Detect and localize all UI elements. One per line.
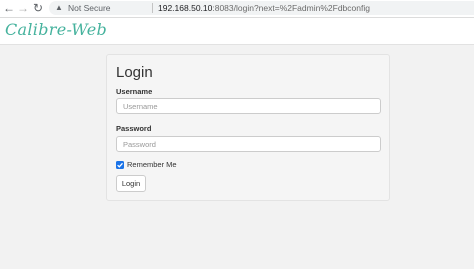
app-header: Calibre-Web bbox=[0, 18, 474, 45]
login-button[interactable]: Login bbox=[116, 175, 146, 192]
url-host: 192.168.50.10 bbox=[158, 3, 213, 13]
password-input[interactable] bbox=[116, 136, 381, 152]
page-title: Login bbox=[116, 64, 153, 81]
url-path: :8083/login?next=%2Fadmin%2Fdbconfig bbox=[212, 3, 370, 13]
browser-toolbar: ← → ↻ ▲ Not Secure 192.168.50.10:8083/lo… bbox=[0, 0, 474, 18]
address-bar[interactable]: ▲ Not Secure 192.168.50.10:8083/login?ne… bbox=[49, 1, 474, 15]
warning-triangle-icon[interactable]: ▲ bbox=[55, 1, 63, 15]
forward-arrow-icon[interactable]: → bbox=[16, 1, 30, 15]
remember-me-checkbox[interactable] bbox=[116, 161, 124, 169]
security-status[interactable]: Not Secure bbox=[68, 1, 111, 15]
url-text[interactable]: 192.168.50.10:8083/login?next=%2Fadmin%2… bbox=[158, 1, 370, 15]
username-input[interactable] bbox=[116, 98, 381, 114]
address-divider bbox=[152, 3, 153, 13]
login-panel: Login Username Password Remember Me Logi… bbox=[106, 54, 390, 201]
remember-me-label[interactable]: Remember Me bbox=[127, 160, 177, 169]
password-label: Password bbox=[116, 124, 152, 133]
username-label: Username bbox=[116, 87, 153, 96]
brand-logo[interactable]: Calibre-Web bbox=[5, 20, 107, 39]
reload-icon[interactable]: ↻ bbox=[31, 1, 45, 15]
back-arrow-icon[interactable]: ← bbox=[2, 1, 16, 15]
checkmark-icon bbox=[117, 162, 123, 168]
